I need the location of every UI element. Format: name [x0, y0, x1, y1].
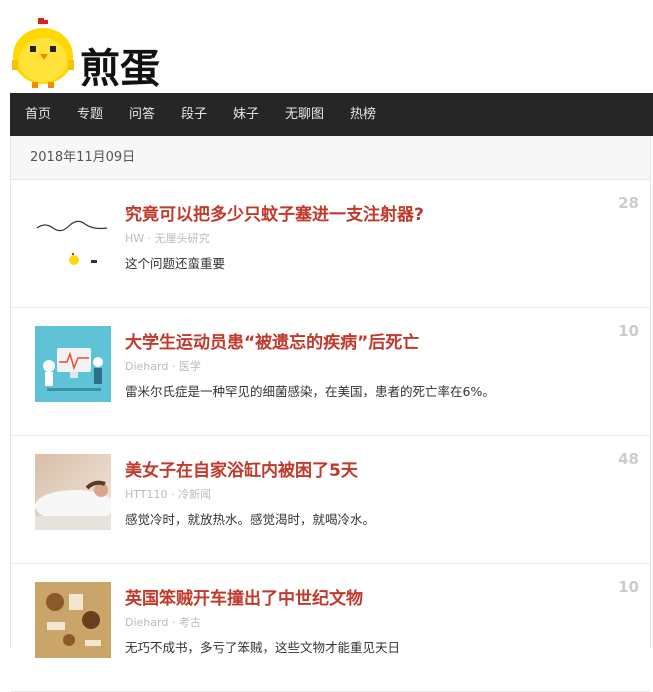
post-excerpt: 雷米尔氏症是一种罕见的细菌感染，在美国，患者的死亡率在6%。 — [125, 384, 495, 399]
post-author[interactable]: Diehard — [125, 616, 168, 629]
post-meta: Diehard · 医学 — [125, 358, 201, 374]
date-header: 2018年11月09日 — [11, 136, 650, 180]
post-category[interactable]: 考古 — [179, 616, 201, 629]
nav-item-hot[interactable]: 热榜 — [350, 93, 376, 136]
logo-text: 煎蛋 — [80, 46, 160, 88]
nav-item-home[interactable]: 首页 — [25, 93, 51, 136]
nav-item-girls[interactable]: 妹子 — [233, 93, 259, 136]
post-meta: HTT110 · 冷新闻 — [125, 486, 211, 502]
post-category[interactable]: 医学 — [179, 360, 201, 373]
post-excerpt: 这个问题还蛮重要 — [125, 256, 226, 271]
post-author[interactable]: HTT110 — [125, 488, 168, 501]
post-excerpt: 感觉冷时，就放热水。感觉渴时，就喝冷水。 — [125, 512, 376, 527]
post-list: 2018年11月09日 究竟可以把多少只蚊子塞进一支注射器? HW · 无厘头研… — [10, 136, 651, 692]
post-item: 大学生运动员患“被遗忘的疾病”后死亡 Diehard · 医学 雷米尔氏症是一种… — [11, 308, 650, 436]
nav-item-pics[interactable]: 无聊图 — [285, 93, 324, 136]
comment-count[interactable]: 28 — [618, 194, 639, 212]
comment-count[interactable]: 48 — [618, 450, 639, 468]
post-item: 英国笨贼开车撞出了中世纪文物 Diehard · 考古 无巧不成书，多亏了笨贼，… — [11, 564, 650, 692]
main-nav: 首页 专题 问答 段子 妹子 无聊图 热榜 — [10, 93, 653, 136]
meta-separator: · — [168, 616, 179, 629]
post-excerpt: 无巧不成书，多亏了笨贼，这些文物才能重见天日 — [125, 640, 401, 655]
post-meta: Diehard · 考古 — [125, 614, 201, 630]
post-title[interactable]: 究竟可以把多少只蚊子塞进一支注射器? — [125, 200, 424, 225]
post-title[interactable]: 大学生运动员患“被遗忘的疾病”后死亡 — [125, 328, 419, 353]
nav-item-topics[interactable]: 专题 — [77, 93, 103, 136]
post-title[interactable]: 美女子在自家浴缸内被困了5天 — [125, 456, 358, 481]
doodle-chick-thumbnail[interactable] — [35, 198, 111, 274]
post-item: 究竟可以把多少只蚊子塞进一支注射器? HW · 无厘头研究 这个问题还蛮重要 2… — [11, 180, 650, 308]
medical-illustration-thumbnail[interactable] — [35, 326, 111, 402]
nav-item-qa[interactable]: 问答 — [129, 93, 155, 136]
meta-separator: · — [144, 232, 155, 245]
date-label: 2018年11月09日 — [30, 150, 136, 165]
post-category[interactable]: 冷新闻 — [178, 488, 211, 501]
site-header: 煎蛋 — [0, 0, 653, 93]
post-author[interactable]: Diehard — [125, 360, 168, 373]
chick-logo-icon[interactable] — [8, 16, 78, 88]
comment-count[interactable]: 10 — [618, 322, 639, 340]
bathtub-photo-thumbnail[interactable] — [35, 454, 111, 530]
artifacts-illustration-thumbnail[interactable] — [35, 582, 111, 658]
comment-count[interactable]: 10 — [618, 578, 639, 596]
site-logo-text[interactable]: 煎蛋 — [80, 40, 168, 88]
post-meta: HW · 无厘头研究 — [125, 230, 210, 246]
meta-separator: · — [168, 360, 179, 373]
meta-separator: · — [167, 488, 179, 501]
post-item: 美女子在自家浴缸内被困了5天 HTT110 · 冷新闻 感觉冷时，就放热水。感觉… — [11, 436, 650, 564]
nav-item-jokes[interactable]: 段子 — [181, 93, 207, 136]
post-author[interactable]: HW — [125, 232, 144, 245]
post-category[interactable]: 无厘头研究 — [155, 232, 210, 245]
post-title[interactable]: 英国笨贼开车撞出了中世纪文物 — [125, 584, 363, 609]
